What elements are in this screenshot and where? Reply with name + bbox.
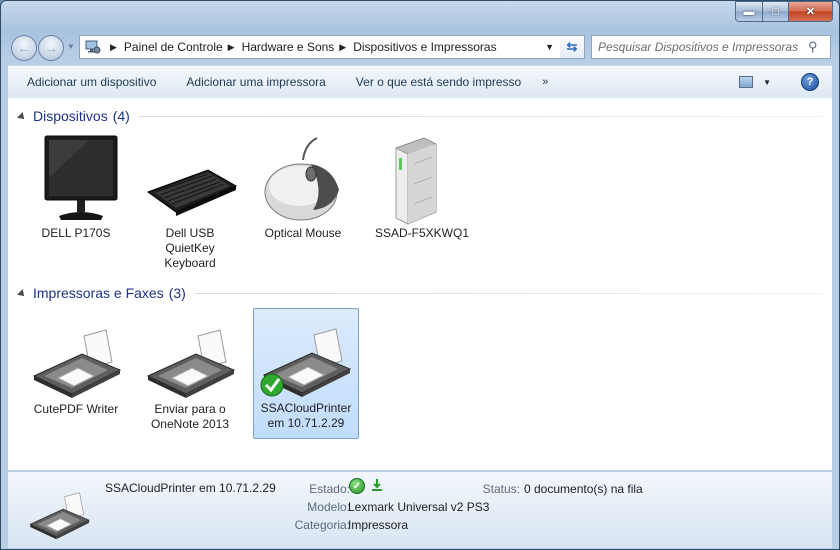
breadcrumb-hardware[interactable]: Hardware e Sons ▶ bbox=[242, 40, 354, 54]
breadcrumb-separator-icon[interactable]: ▶ bbox=[339, 42, 346, 53]
category-label: Categoria: bbox=[294, 518, 350, 532]
device-tile-keyboard[interactable]: Dell USB QuietKey Keyboard bbox=[137, 133, 243, 272]
model-label: Modelo: bbox=[307, 500, 350, 514]
group-count: (4) bbox=[112, 108, 130, 124]
forward-button[interactable]: → bbox=[38, 35, 64, 61]
search-box[interactable]: ⚲ bbox=[591, 35, 831, 59]
back-button[interactable]: ← bbox=[11, 35, 37, 61]
back-arrow-icon: ← bbox=[17, 40, 31, 56]
add-device-button[interactable]: Adicionar um dispositivo bbox=[8, 75, 171, 89]
model-value: Lexmark Universal v2 PS3 bbox=[348, 500, 490, 514]
device-tile-mouse[interactable]: Optical Mouse bbox=[250, 133, 356, 242]
breadcrumb-separator-icon[interactable]: ▶ bbox=[105, 42, 124, 53]
category-value: Impressora bbox=[348, 518, 409, 532]
refresh-button[interactable]: ⇆ bbox=[560, 35, 585, 59]
printer-label: Enviar para o OneNote 2013 bbox=[150, 402, 230, 431]
device-tile-computer[interactable]: SSAD-F5XKWQ1 bbox=[369, 133, 475, 242]
group-title: Dispositivos bbox=[33, 108, 108, 124]
device-label: Optical Mouse bbox=[264, 226, 342, 240]
search-input[interactable] bbox=[592, 39, 808, 55]
details-device-name: SSACloudPrinter em 10.71.2.29 bbox=[105, 481, 276, 495]
breadcrumb-label: Hardware e Sons bbox=[241, 40, 335, 54]
printer-icon bbox=[146, 329, 236, 398]
close-icon: ✕ bbox=[805, 6, 816, 18]
device-label: SSAD-F5XKWQ1 bbox=[374, 226, 470, 240]
group-count: (3) bbox=[168, 285, 186, 301]
printers-group-header[interactable]: Impressoras e Faxes (3) bbox=[8, 283, 832, 303]
collapse-triangle-icon[interactable] bbox=[17, 289, 27, 299]
control-panel-icon bbox=[85, 40, 101, 54]
minimize-icon: ▬ bbox=[743, 5, 755, 18]
breadcrumb-label: Dispositivos e Impressoras bbox=[353, 40, 497, 54]
computer-tower-icon bbox=[395, 137, 437, 225]
printer-tile-ssacloud[interactable]: SSACloudPrinter em 10.71.2.29 bbox=[253, 308, 359, 439]
details-pane: SSACloudPrinter em 10.71.2.29 Estado: ✓ … bbox=[8, 471, 832, 548]
view-options-dropdown-icon[interactable]: ▼ bbox=[763, 78, 771, 87]
printer-icon bbox=[32, 329, 122, 398]
change-view-icon[interactable] bbox=[739, 76, 754, 88]
state-ok-icon: ✓ bbox=[349, 478, 365, 494]
device-tile-monitor[interactable]: DELL P170S bbox=[23, 133, 129, 242]
group-divider bbox=[138, 115, 822, 117]
caption-buttons: ▬ □ ✕ bbox=[735, 1, 833, 22]
printer-label: SSACloudPrinter em 10.71.2.29 bbox=[260, 401, 352, 430]
network-printer-icon bbox=[370, 478, 384, 492]
forward-arrow-icon: → bbox=[44, 40, 58, 56]
printer-tile-onenote[interactable]: Enviar para o OneNote 2013 bbox=[137, 309, 243, 433]
recent-pages-dropdown-icon[interactable]: ▼ bbox=[67, 42, 75, 51]
status-value: 0 documento(s) na fila bbox=[524, 482, 643, 496]
default-printer-check-icon bbox=[260, 373, 284, 397]
help-icon[interactable]: ? bbox=[801, 73, 819, 91]
status-label: Status: bbox=[482, 482, 520, 496]
maximize-icon: □ bbox=[772, 5, 779, 18]
device-label: Dell USB QuietKey Keyboard bbox=[164, 226, 216, 270]
explorer-window: ▬ □ ✕ ← → ▼ ▶ Painel de Controle ▶ Hardwa… bbox=[0, 0, 840, 550]
group-divider bbox=[194, 292, 822, 294]
state-label: Estado: bbox=[309, 482, 350, 496]
group-title: Impressoras e Faxes bbox=[33, 285, 164, 301]
more-commands-button[interactable]: » bbox=[536, 76, 548, 88]
selected-printer-icon bbox=[26, 490, 92, 545]
monitor-icon bbox=[44, 135, 118, 220]
devices-content-pane: Dispositivos (4) DELL P170S Dell USB Qui… bbox=[8, 98, 832, 470]
address-history-dropdown-icon[interactable]: ▼ bbox=[545, 42, 554, 52]
breadcrumb-control-panel[interactable]: Painel de Controle ▶ bbox=[124, 40, 242, 54]
add-printer-button[interactable]: Adicionar uma impressora bbox=[171, 75, 340, 89]
devices-group-header[interactable]: Dispositivos (4) bbox=[8, 106, 832, 126]
mouse-icon bbox=[264, 137, 339, 221]
breadcrumb-separator-icon[interactable]: ▶ bbox=[228, 42, 235, 53]
device-label: DELL P170S bbox=[41, 226, 111, 240]
breadcrumb-devices-printers[interactable]: Dispositivos e Impressoras bbox=[353, 40, 496, 54]
see-printing-button[interactable]: Ver o que está sendo impresso bbox=[341, 75, 536, 89]
minimize-button[interactable]: ▬ bbox=[735, 1, 763, 22]
address-bar[interactable]: ▶ Painel de Controle ▶ Hardware e Sons ▶ D… bbox=[79, 35, 561, 59]
keyboard-icon bbox=[146, 169, 238, 216]
breadcrumb-label: Painel de Controle bbox=[123, 40, 223, 54]
command-bar: Adicionar um dispositivo Adicionar uma i… bbox=[8, 65, 832, 99]
maximize-button[interactable]: □ bbox=[763, 1, 789, 22]
search-icon[interactable]: ⚲ bbox=[808, 39, 824, 55]
close-button[interactable]: ✕ bbox=[789, 1, 833, 22]
collapse-triangle-icon[interactable] bbox=[17, 112, 27, 122]
printer-icon bbox=[260, 328, 352, 397]
printer-tile-cutepdf[interactable]: CutePDF Writer bbox=[23, 309, 129, 418]
printer-label: CutePDF Writer bbox=[33, 402, 119, 416]
refresh-icon: ⇆ bbox=[566, 39, 578, 54]
